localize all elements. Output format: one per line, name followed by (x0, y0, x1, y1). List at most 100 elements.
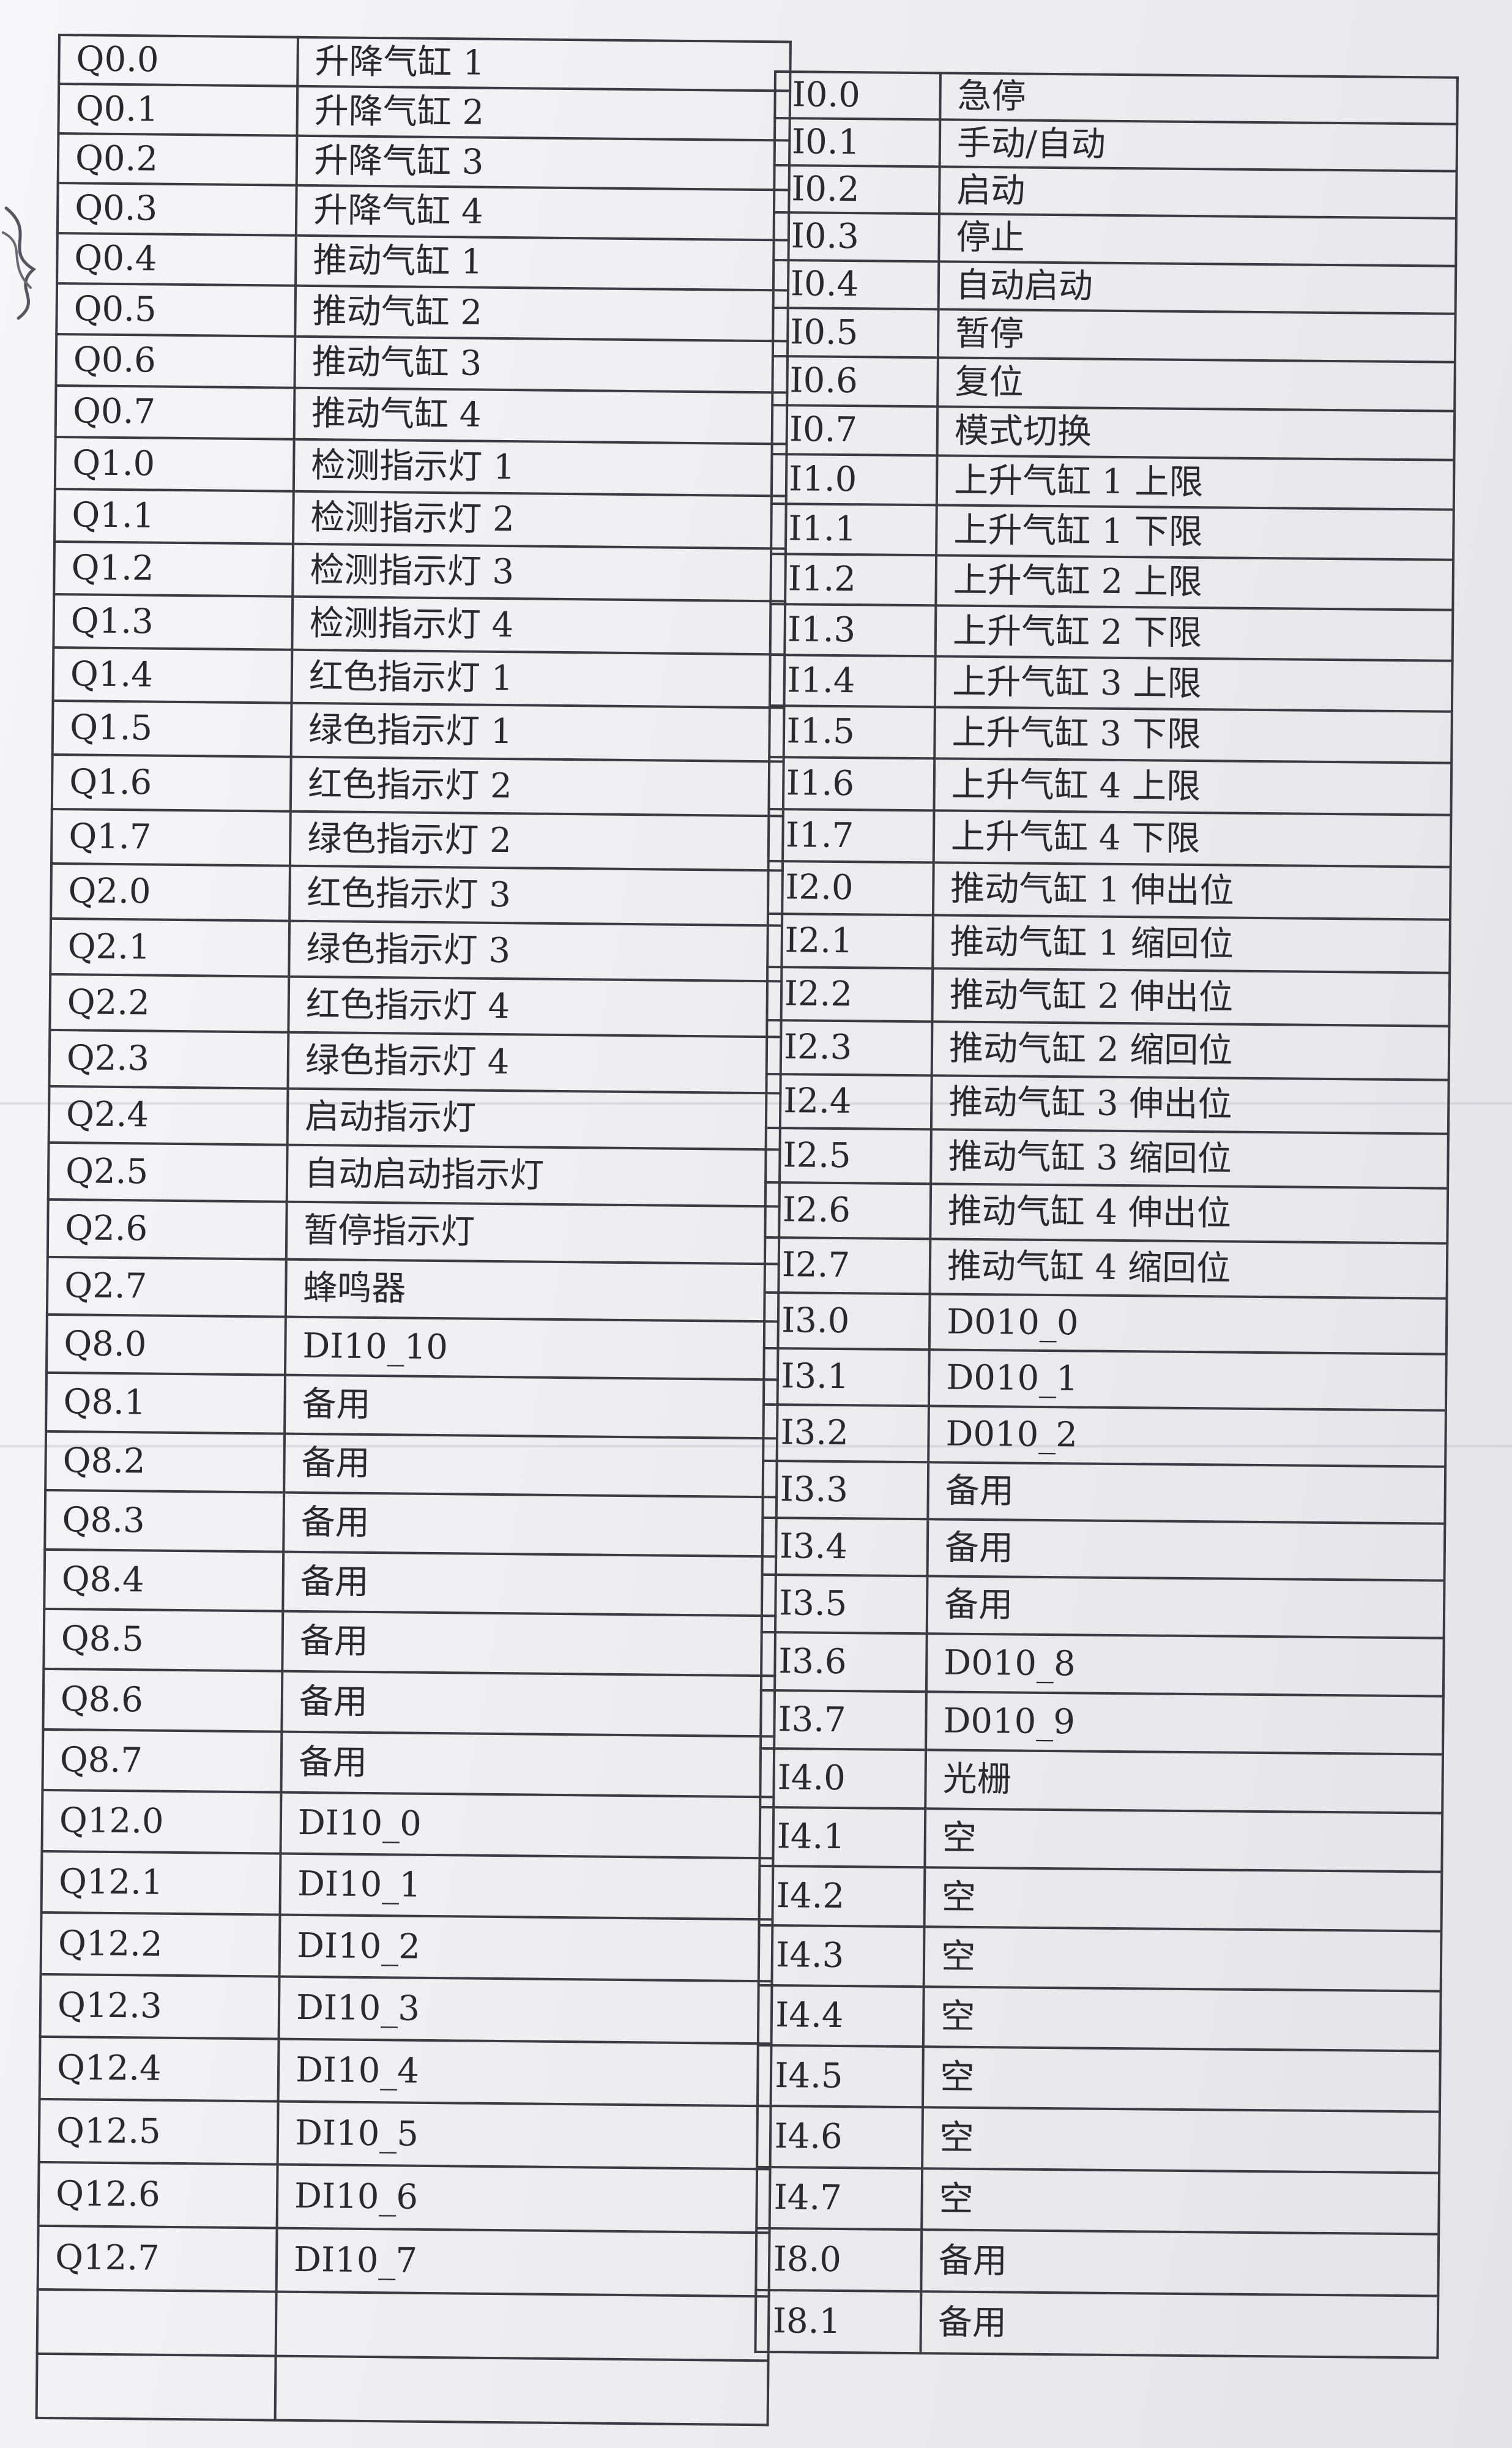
table-row: I4.4 空 (758, 1985, 1441, 2051)
table-row: I0.1 手动/自动 (774, 118, 1458, 171)
io-address-cell: I2.2 (767, 966, 933, 1022)
io-description-cell: 备用 (281, 1671, 775, 1737)
table-row: Q2.1 绿色指示灯 3 (50, 918, 783, 982)
table-row: Q1.3 检测指示灯 4 (53, 594, 786, 655)
io-address-cell: I4.5 (757, 2045, 923, 2108)
io-address-cell: I0.2 (773, 165, 940, 214)
table-row: Q1.2 检测指示灯 3 (54, 541, 786, 602)
table-row: Q12.1 DI10_1 (41, 1851, 773, 1920)
io-description-cell: 绿色指示灯 1 (291, 703, 784, 762)
io-description-cell: 空 (922, 2168, 1440, 2234)
io-address-cell: I3.0 (764, 1292, 930, 1350)
table-row: I4.3 空 (758, 1925, 1442, 1991)
io-address-cell: I4.7 (756, 2166, 923, 2230)
io-description-cell: 急停 (940, 73, 1458, 124)
io-description-cell: 升降气缸 3 (296, 135, 790, 190)
io-description-cell: 推动气缸 2 伸出位 (932, 968, 1450, 1026)
table-row: Q0.5 推动气缸 2 (56, 283, 789, 341)
table-row: I1.7 上升气缸 4 下限 (768, 808, 1451, 867)
table-row: Q12.6 DI10_6 (38, 2162, 770, 2233)
io-description-cell: 上升气缸 3 下限 (934, 707, 1452, 763)
table-row: I0.0 急停 (775, 72, 1458, 124)
io-address-cell: Q1.4 (53, 647, 292, 703)
io-description-cell: D010_0 (929, 1294, 1447, 1354)
table-row: Q2.0 红色指示灯 3 (51, 863, 783, 926)
table-row: I1.2 上升气缸 2 上限 (770, 553, 1454, 610)
io-description-cell: 暂停指示灯 (286, 1201, 780, 1264)
io-address-cell: Q12.1 (41, 1851, 281, 1915)
table-row: Q8.0 DI10_10 (46, 1314, 778, 1380)
io-address-cell: I2.1 (767, 913, 933, 969)
io-address-cell: I0.3 (773, 212, 939, 262)
table-row: Q0.2 升降气缸 3 (58, 133, 790, 190)
io-description-cell: 推动气缸 2 缩回位 (931, 1021, 1450, 1080)
io-description-cell: 绿色指示灯 3 (289, 920, 783, 982)
io-address-cell: Q2.0 (51, 863, 290, 921)
table-row: Q0.0 升降气缸 1 (59, 35, 791, 91)
io-description-cell: 手动/自动 (939, 119, 1458, 171)
io-description-cell: 检测指示灯 4 (292, 596, 786, 655)
io-description-cell: 空 (924, 1867, 1442, 1931)
io-address-cell: Q12.7 (37, 2225, 277, 2292)
io-address-cell: Q12.4 (39, 2036, 279, 2102)
table-row: I0.2 启动 (773, 165, 1457, 218)
io-address-cell: I8.1 (755, 2289, 922, 2354)
io-description-cell: 自动启动 (938, 261, 1456, 314)
io-address-cell (36, 2353, 276, 2420)
io-address-cell: I2.0 (767, 860, 934, 916)
io-address-cell: I1.6 (769, 756, 935, 811)
io-description-cell: 上升气缸 1 上限 (936, 455, 1454, 510)
io-address-cell: I2.3 (766, 1020, 933, 1076)
io-description-cell: 检测指示灯 3 (292, 543, 786, 602)
io-description-cell: D010_9 (926, 1692, 1443, 1755)
table-row: I4.6 空 (757, 2105, 1440, 2173)
io-description-cell: 空 (922, 2047, 1440, 2112)
table-row: I2.6 推动气缸 4 伸出位 (765, 1182, 1448, 1244)
io-description-cell: 空 (923, 1987, 1441, 2051)
io-address-cell: I1.0 (771, 453, 937, 506)
pen-scribble-mark (2, 206, 37, 320)
table-row: I3.6 D010_8 (761, 1632, 1444, 1696)
io-description-cell: 备用 (282, 1611, 776, 1676)
io-address-cell: Q12.6 (38, 2162, 278, 2228)
io-description-cell: 推动气缸 1 缩回位 (933, 915, 1450, 973)
io-description-cell: 上升气缸 2 上限 (936, 555, 1454, 610)
io-address-cell: Q2.7 (47, 1256, 286, 1317)
io-description-cell: 升降气缸 1 (297, 37, 791, 91)
table-row: Q12.3 DI10_3 (40, 1974, 772, 2044)
io-address-cell: Q8.1 (46, 1372, 285, 1434)
table-row: I0.5 暂停 (772, 308, 1456, 362)
table-row: Q1.6 红色指示灯 2 (51, 754, 784, 816)
io-address-cell: I3.1 (763, 1348, 929, 1406)
io-description-cell: D010_1 (928, 1349, 1447, 1411)
io-description-cell: 备用 (283, 1551, 776, 1616)
table-row: I4.2 空 (759, 1865, 1442, 1931)
io-address-cell: Q0.6 (56, 334, 296, 388)
table-row: Q8.5 备用 (43, 1608, 776, 1676)
output-address-table: Q0.0 升降气缸 1 Q0.1 升降气缸 2 Q0.2 升降气缸 3 Q0.3 升降气缸 4… (35, 34, 792, 2426)
io-description-cell: DI10_3 (278, 1976, 772, 2044)
table-row: Q0.7 推动气缸 4 (55, 385, 788, 444)
io-description-cell: 备用 (921, 2230, 1439, 2296)
io-description-cell: 空 (925, 1808, 1443, 1872)
io-address-cell: Q8.7 (42, 1729, 282, 1793)
table-row: I1.5 上升气缸 3 下限 (769, 705, 1452, 763)
io-address-cell: I1.3 (770, 603, 936, 657)
table-row: Q1.7 绿色指示灯 2 (51, 808, 783, 871)
io-address-cell: Q8.6 (43, 1668, 283, 1732)
io-address-cell: Q0.0 (59, 35, 298, 86)
table-row: Q0.3 升降气缸 4 (57, 183, 789, 241)
io-address-cell: Q12.5 (39, 2099, 278, 2165)
io-address-cell: Q0.1 (58, 84, 298, 136)
table-row: I3.5 备用 (761, 1574, 1445, 1638)
io-address-cell: Q1.0 (54, 436, 294, 491)
table-row: I0.3 停止 (773, 212, 1456, 266)
table-row: I3.4 备用 (762, 1517, 1445, 1581)
io-description-cell: 光栅 (925, 1750, 1443, 1813)
io-address-cell: Q8.3 (45, 1490, 285, 1552)
io-address-cell (37, 2289, 277, 2356)
io-description-cell: 绿色指示灯 2 (289, 811, 783, 871)
table-row: Q2.2 红色指示灯 4 (50, 974, 782, 1037)
io-description-cell: 推动气缸 1 伸出位 (933, 862, 1451, 920)
io-address-cell: Q0.5 (56, 283, 296, 337)
